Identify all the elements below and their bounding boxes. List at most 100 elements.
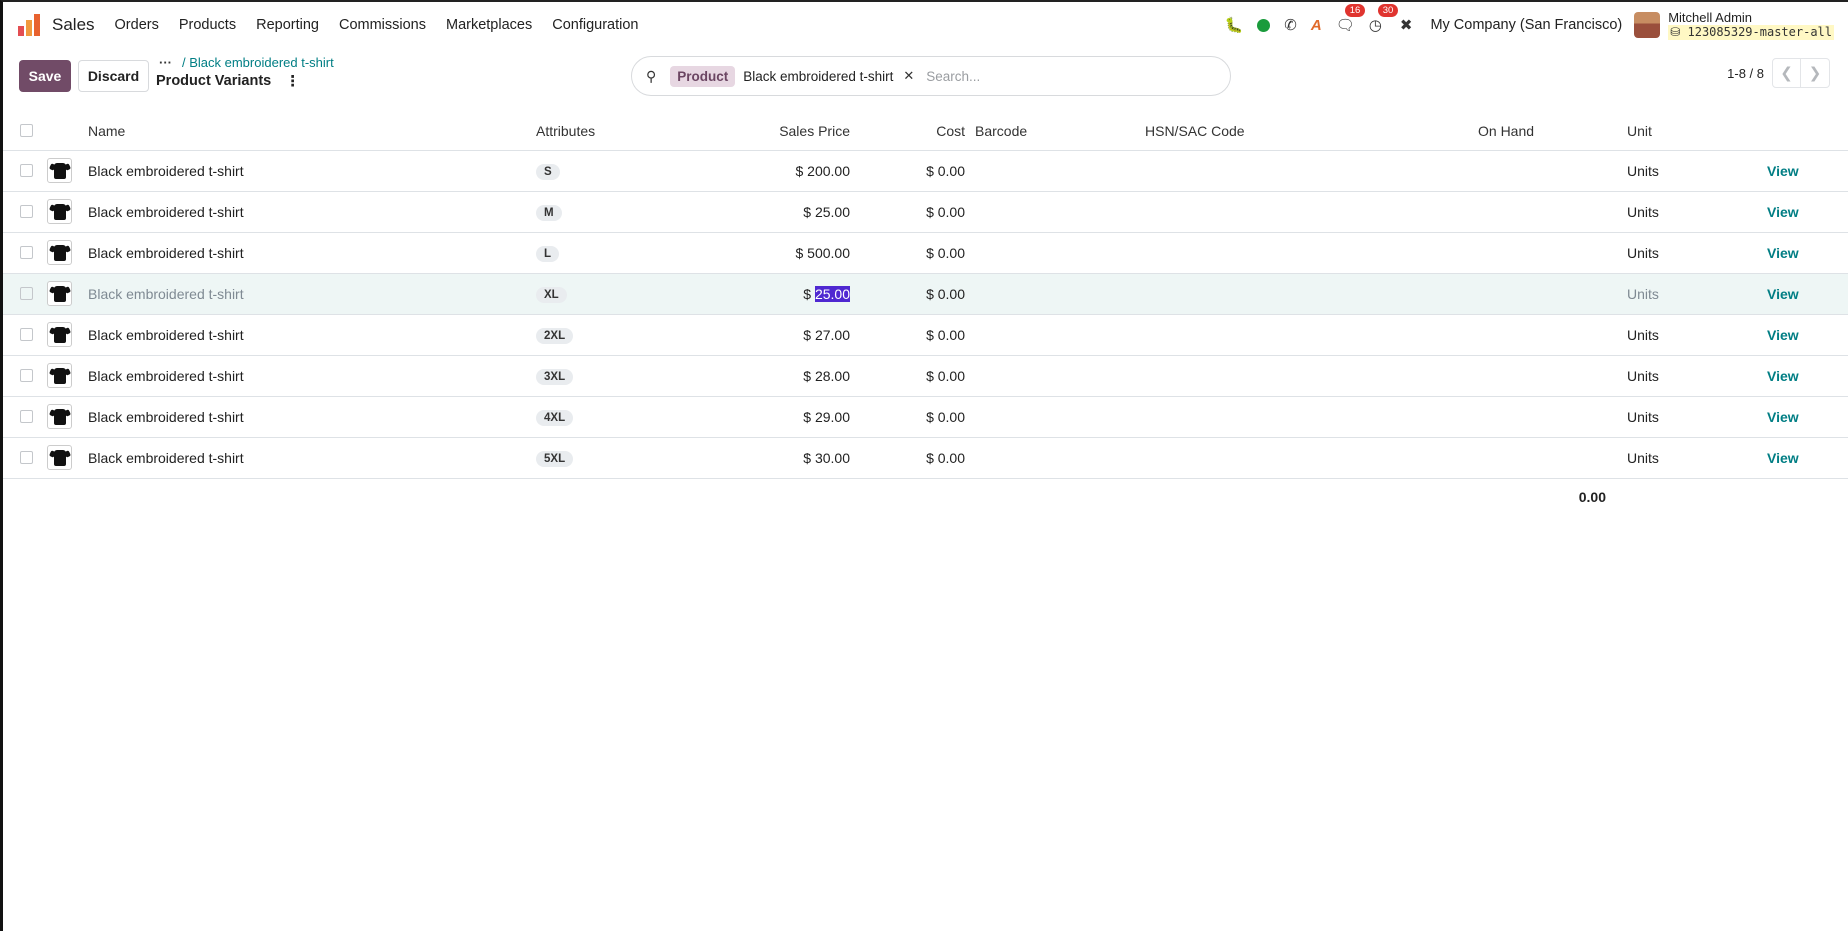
messages-icon[interactable]: 🗨 16 (1336, 4, 1366, 34)
row-cost[interactable]: $ 0.00 (851, 437, 966, 479)
row-cost[interactable]: $ 0.00 (851, 191, 966, 233)
table-row-editing[interactable]: Black embroidered t-shirt XL $ 25.00 $ 0… (3, 273, 1848, 315)
col-barcode[interactable]: Barcode (966, 112, 1141, 151)
row-sales-price[interactable]: $ 25.00 (718, 191, 851, 233)
row-hsn[interactable] (1141, 396, 1458, 438)
row-hsn[interactable] (1141, 437, 1458, 479)
row-cost[interactable]: $ 0.00 (851, 396, 966, 438)
row-checkbox[interactable] (20, 451, 33, 464)
activities-clock-icon[interactable]: ◷ 30 (1369, 4, 1399, 34)
row-hsn[interactable] (1141, 273, 1458, 315)
view-button[interactable]: View (1767, 245, 1799, 261)
row-cost[interactable]: $ 0.00 (851, 273, 966, 315)
row-sales-price[interactable]: $ 30.00 (718, 437, 851, 479)
breadcrumb-parent-link[interactable]: / Black embroidered t-shirt (182, 55, 334, 70)
pager-previous-icon[interactable]: ❮ (1772, 58, 1801, 88)
row-hsn[interactable] (1141, 232, 1458, 274)
row-checkbox[interactable] (20, 246, 33, 259)
view-button[interactable]: View (1767, 204, 1799, 220)
menu-products[interactable]: Products (179, 17, 236, 33)
col-attributes[interactable]: Attributes (535, 112, 718, 151)
actions-kebab-icon[interactable]: ⋮ (285, 72, 300, 90)
row-name[interactable]: Black embroidered t-shirt (87, 232, 535, 274)
discard-button[interactable]: Discard (78, 60, 149, 92)
select-all-cell[interactable] (3, 112, 46, 151)
row-checkbox[interactable] (20, 205, 33, 218)
row-unit[interactable]: Units (1626, 437, 1766, 479)
row-hsn[interactable] (1141, 355, 1458, 397)
row-sales-price[interactable]: $ 200.00 (718, 150, 851, 192)
row-cost[interactable]: $ 0.00 (851, 314, 966, 356)
row-hsn[interactable] (1141, 314, 1458, 356)
menu-marketplaces[interactable]: Marketplaces (446, 17, 532, 33)
view-button[interactable]: View (1767, 327, 1799, 343)
row-sales-price[interactable]: $ 29.00 (718, 396, 851, 438)
table-row[interactable]: Black embroidered t-shirt 4XL $ 29.00 $ … (3, 396, 1848, 438)
row-barcode[interactable] (966, 273, 1141, 315)
row-unit[interactable]: Units (1626, 396, 1766, 438)
ai-assistant-icon[interactable]: A (1311, 17, 1322, 34)
table-row[interactable]: Black embroidered t-shirt 3XL $ 28.00 $ … (3, 355, 1848, 397)
row-unit[interactable]: Units (1626, 355, 1766, 397)
row-name[interactable]: Black embroidered t-shirt (87, 273, 535, 315)
menu-orders[interactable]: Orders (115, 17, 159, 33)
presence-status-icon[interactable] (1257, 18, 1271, 32)
view-button[interactable]: View (1767, 163, 1799, 179)
pager-next-icon[interactable]: ❯ (1801, 58, 1830, 88)
row-name[interactable]: Black embroidered t-shirt (87, 314, 535, 356)
table-row[interactable]: Black embroidered t-shirt L $ 500.00 $ 0… (3, 232, 1848, 274)
search-icon[interactable]: ⚲ (646, 68, 656, 85)
table-row[interactable]: Black embroidered t-shirt S $ 200.00 $ 0… (3, 150, 1848, 192)
col-cost[interactable]: Cost (851, 112, 966, 151)
save-button[interactable]: Save (19, 60, 71, 92)
breadcrumb-more-icon[interactable]: ··· (159, 55, 172, 70)
row-sales-price-input[interactable]: $ 25.00 (718, 273, 851, 315)
table-row[interactable]: Black embroidered t-shirt 5XL $ 30.00 $ … (3, 437, 1848, 479)
table-row[interactable]: Black embroidered t-shirt 2XL $ 27.00 $ … (3, 314, 1848, 356)
row-name[interactable]: Black embroidered t-shirt (87, 396, 535, 438)
row-unit[interactable]: Units (1626, 314, 1766, 356)
row-hsn[interactable] (1141, 150, 1458, 192)
row-sales-price[interactable]: $ 28.00 (718, 355, 851, 397)
select-all-checkbox[interactable] (20, 124, 33, 138)
debug-bug-icon[interactable]: 🐛 (1225, 16, 1244, 34)
row-name[interactable]: Black embroidered t-shirt (87, 355, 535, 397)
row-checkbox[interactable] (20, 369, 33, 382)
menu-reporting[interactable]: Reporting (256, 17, 319, 33)
row-unit[interactable]: Units (1626, 191, 1766, 233)
row-unit[interactable]: Units (1626, 150, 1766, 192)
row-checkbox[interactable] (20, 287, 33, 300)
col-sales-price[interactable]: Sales Price (718, 112, 851, 151)
row-sales-price[interactable]: $ 27.00 (718, 314, 851, 356)
row-cost[interactable]: $ 0.00 (851, 355, 966, 397)
row-sales-price[interactable]: $ 500.00 (718, 232, 851, 274)
row-name[interactable]: Black embroidered t-shirt (87, 191, 535, 233)
facet-remove-icon[interactable]: ✕ (903, 68, 914, 84)
tools-icon[interactable]: ✖ (1400, 16, 1413, 34)
row-barcode[interactable] (966, 396, 1141, 438)
row-hsn[interactable] (1141, 191, 1458, 233)
user-menu[interactable]: Mitchell Admin ⛁ 123085329-master-all (1668, 10, 1834, 40)
pager-value[interactable]: 1-8 / 8 (1727, 66, 1764, 81)
row-checkbox[interactable] (20, 328, 33, 341)
search-bar[interactable]: ⚲ Product Black embroidered t-shirt ✕ (631, 56, 1231, 96)
view-button[interactable]: View (1767, 450, 1799, 466)
row-checkbox[interactable] (20, 164, 33, 177)
row-cost[interactable]: $ 0.00 (851, 150, 966, 192)
row-barcode[interactable] (966, 437, 1141, 479)
table-row[interactable]: Black embroidered t-shirt M $ 25.00 $ 0.… (3, 191, 1848, 233)
search-input[interactable] (924, 67, 1165, 85)
company-switcher[interactable]: My Company (San Francisco) (1430, 17, 1622, 33)
price-selected-text[interactable]: 25.00 (814, 285, 850, 302)
phone-icon[interactable]: ✆ (1284, 16, 1297, 34)
row-unit[interactable]: Units (1626, 232, 1766, 274)
row-name[interactable]: Black embroidered t-shirt (87, 150, 535, 192)
row-barcode[interactable] (966, 150, 1141, 192)
row-checkbox[interactable] (20, 410, 33, 423)
row-barcode[interactable] (966, 314, 1141, 356)
sales-app-icon[interactable] (18, 14, 42, 36)
row-unit[interactable]: Units (1626, 273, 1766, 315)
row-barcode[interactable] (966, 191, 1141, 233)
menu-commissions[interactable]: Commissions (339, 17, 426, 33)
row-barcode[interactable] (966, 355, 1141, 397)
